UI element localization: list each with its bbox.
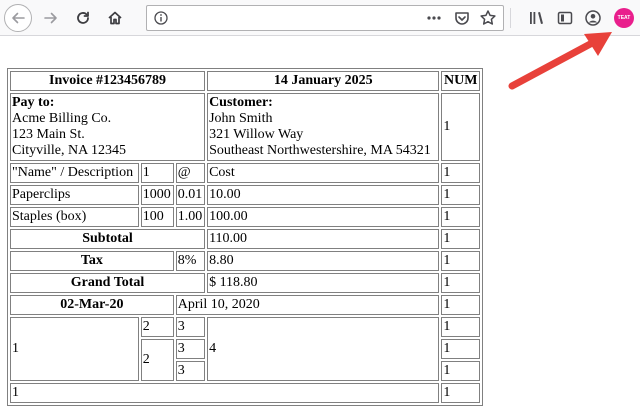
footer-row: 1 1	[10, 383, 480, 403]
num-cell: 1	[441, 185, 480, 205]
num-cell: 1	[441, 163, 480, 183]
num-cell: 1	[441, 361, 480, 381]
item-cost: 100.00	[207, 207, 440, 227]
pay-to-line: 123 Main St.	[12, 127, 85, 142]
grand-total-label: Grand Total	[10, 273, 206, 293]
nested-cell-c3: 3	[175, 361, 206, 381]
num-cell: 1	[441, 93, 480, 161]
toolbar-divider	[510, 8, 511, 28]
pocket-icon[interactable]	[453, 9, 471, 27]
reload-button[interactable]	[70, 5, 96, 31]
customer-line: 321 Willow Way	[209, 127, 304, 142]
item-name: Paperclips	[10, 185, 139, 205]
pay-to-line: Cityville, NA 12345	[12, 143, 126, 158]
num-cell: 1	[441, 207, 480, 227]
num-cell: 1	[441, 229, 480, 249]
pay-to-block: Pay to: Acme Billing Co. 123 Main St. Ci…	[10, 93, 206, 161]
nested-cell-c2: 3	[175, 339, 206, 359]
subtotal-row: Subtotal 110.00 1	[10, 229, 480, 249]
reload-icon	[77, 11, 89, 24]
forward-arrow-icon	[44, 12, 57, 24]
customer-block: Customer: John Smith 321 Willow Way Sout…	[207, 93, 440, 161]
bookmark-star-icon[interactable]	[479, 9, 497, 27]
invoice-header-row: Invoice #123456789 14 January 2025 NUM	[10, 71, 480, 91]
column-header-row: "Name" / Description 1 @ Cost 1	[10, 163, 480, 183]
tax-row: Tax 8% 8.80 1	[10, 251, 480, 271]
tax-rate: 8%	[175, 251, 206, 271]
pay-to-label: Pay to:	[12, 95, 55, 110]
library-button[interactable]	[524, 5, 550, 31]
nested-row: 1 2 3 4 1	[10, 317, 480, 381]
sidebar-icon	[557, 11, 573, 25]
nested-cell-d: 4	[207, 317, 440, 381]
short-date: 02-Mar-20	[10, 295, 174, 315]
page-top-area	[0, 36, 640, 64]
num-column-header: NUM	[441, 71, 480, 91]
browser-toolbar: TEAT	[0, 0, 640, 36]
num-cell: 1	[441, 251, 480, 271]
customer-line: Southeast Northwestershire, MA 54321	[209, 143, 431, 158]
item-row: Staples (box) 100 1.00 100.00 1	[10, 207, 480, 227]
item-name: Staples (box)	[10, 207, 139, 227]
customer-line: John Smith	[209, 111, 273, 126]
item-price: 1.00	[175, 207, 206, 227]
num-cell: 1	[441, 273, 480, 293]
extension-icon[interactable]: TEAT	[614, 8, 634, 28]
back-arrow-icon	[12, 12, 25, 24]
long-date: April 10, 2020	[175, 295, 440, 315]
tax-label: Tax	[10, 251, 174, 271]
num-cell: 1	[441, 317, 480, 337]
num-cell: 1	[441, 295, 480, 315]
item-qty: 1000	[140, 185, 174, 205]
invoice-table: Invoice #123456789 14 January 2025 NUM P…	[7, 68, 483, 406]
url-bar[interactable]	[146, 5, 504, 31]
account-icon	[585, 10, 601, 26]
home-button[interactable]	[102, 5, 128, 31]
nested-cell-b1: 2	[140, 317, 174, 337]
grand-total-value: $ 118.80	[207, 273, 440, 293]
library-icon	[530, 12, 543, 24]
customer-label: Customer:	[209, 95, 273, 110]
col-cost: Cost	[207, 163, 440, 183]
nested-cell-b2: 2	[140, 339, 174, 381]
account-button[interactable]	[580, 5, 606, 31]
col-at: @	[175, 163, 206, 183]
num-cell: 1	[441, 339, 480, 359]
item-price: 0.01	[175, 185, 206, 205]
sidebar-button[interactable]	[552, 5, 578, 31]
dates-row: 02-Mar-20 April 10, 2020 1	[10, 295, 480, 315]
grand-total-row: Grand Total $ 118.80 1	[10, 273, 480, 293]
subtotal-value: 110.00	[207, 229, 440, 249]
subtotal-label: Subtotal	[10, 229, 206, 249]
invoice-date: 14 January 2025	[207, 71, 440, 91]
nested-cell-a: 1	[10, 317, 139, 381]
nested-cell-c1: 3	[175, 317, 206, 337]
item-cost: 10.00	[207, 185, 440, 205]
extension-badge-text: TEAT	[617, 15, 631, 21]
info-icon[interactable]	[153, 10, 169, 26]
item-row: Paperclips 1000 0.01 10.00 1	[10, 185, 480, 205]
tax-value: 8.80	[207, 251, 440, 271]
back-button[interactable]	[4, 4, 32, 32]
footer-cell: 1	[10, 383, 440, 403]
col-qty: 1	[140, 163, 174, 183]
invoice-title: Invoice #123456789	[10, 71, 206, 91]
pay-to-line: Acme Billing Co.	[12, 111, 112, 126]
forward-button[interactable]	[38, 5, 64, 31]
more-dots-icon[interactable]	[425, 9, 443, 27]
num-cell: 1	[441, 383, 480, 403]
col-name: "Name" / Description	[10, 163, 139, 183]
address-row: Pay to: Acme Billing Co. 123 Main St. Ci…	[10, 93, 480, 161]
item-qty: 100	[140, 207, 174, 227]
home-icon	[108, 11, 122, 25]
